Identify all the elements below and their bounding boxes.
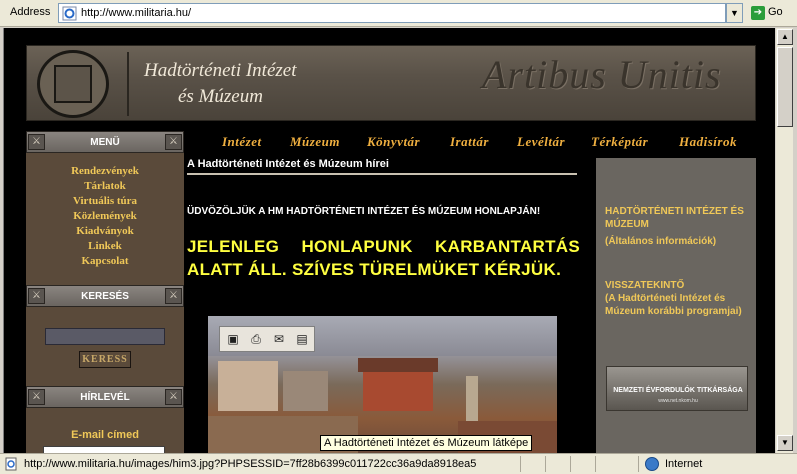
save-icon[interactable]: ▣	[225, 332, 241, 347]
left-sidebar: ⚔ MENÜ ⚔ Rendezvények Tárlatok Virtuális…	[26, 131, 184, 453]
nemzeti-evfordulok-banner[interactable]: NEMZETI ÉVFORDULÓK TITKÁRSÁGA www.net.nk…	[606, 366, 748, 411]
retrospective-sub[interactable]: (A Hadtörténeti Intézet és Múzeum korább…	[605, 292, 750, 318]
address-input[interactable]: http://www.militaria.hu/	[58, 3, 726, 23]
banner-title-line2: és Múzeum	[178, 86, 263, 107]
folder-icon[interactable]: ▤	[294, 332, 310, 347]
sword-icon: ⚔	[165, 134, 182, 150]
retrospective-link[interactable]: VISSZATEKINTŐ	[605, 279, 750, 292]
address-url: http://www.militaria.hu/	[81, 7, 192, 19]
status-divider	[638, 456, 639, 472]
sidebar-item-linkek[interactable]: Linkek	[26, 240, 184, 255]
mail-icon[interactable]: ✉	[271, 332, 287, 347]
nav-item-leveltar[interactable]: Levéltár	[517, 134, 565, 150]
status-bar: http://www.militaria.hu/images/him3.jpg?…	[0, 453, 797, 474]
page-icon	[5, 457, 17, 471]
scroll-up-button[interactable]: ▲	[777, 29, 793, 45]
welcome-text: ÜDVÖZÖLJÜK A HM HADTÖRTÉNETI INTÉZET ÉS …	[187, 206, 541, 217]
email-label: E-mail címed	[71, 429, 139, 441]
menu-header-label: MENÜ	[90, 137, 120, 148]
internet-zone-icon	[645, 457, 659, 471]
scroll-thumb[interactable]	[777, 47, 793, 127]
search-header: ⚔ KERESÉS ⚔	[26, 285, 184, 307]
search-header-label: KERESÉS	[81, 291, 129, 302]
sidebar-item-virtualis-tura[interactable]: Virtuális túra	[26, 195, 184, 210]
search-button[interactable]: KERESS	[79, 351, 131, 368]
nemzeti-banner-url: www.net.nkom.hu	[658, 398, 698, 404]
sword-icon: ⚔	[28, 389, 45, 405]
email-field[interactable]	[43, 446, 165, 453]
right-sidebar: HADTÖRTÉNETI INTÉZET ÉS MÚZEUM (Általáno…	[596, 158, 756, 453]
sword-icon: ⚔	[165, 389, 182, 405]
address-dropdown-button[interactable]: ▼	[726, 3, 743, 23]
address-label: Address	[10, 6, 51, 18]
news-title: A Hadtörténeti Intézet és Múzeum hírei	[187, 158, 577, 175]
status-divider	[520, 456, 521, 472]
top-navigation: Intézet Múzeum Könyvtár Irattár Levéltár…	[187, 132, 757, 156]
vertical-scrollbar[interactable]: ▲ ▼	[775, 28, 793, 453]
banner-motto: Artibus Unitis	[482, 52, 722, 97]
page-viewport: Hadtörténeti Intézet és Múzeum Artibus U…	[3, 28, 775, 453]
menu-header: ⚔ MENÜ ⚔	[26, 131, 184, 153]
go-button[interactable]: ➔ Go	[749, 4, 791, 23]
sword-icon: ⚔	[28, 134, 45, 150]
go-label: Go	[768, 6, 783, 18]
nav-item-irattar[interactable]: Irattár	[450, 134, 489, 150]
newsletter-header-label: HÍRLEVÉL	[80, 392, 130, 403]
image-tooltip: A Hadtörténeti Intézet és Múzeum látképe	[320, 435, 533, 451]
header-banner: Hadtörténeti Intézet és Múzeum Artibus U…	[26, 45, 756, 121]
nav-item-muzeum[interactable]: Múzeum	[290, 134, 340, 150]
sidebar-item-rendezvenyek[interactable]: Rendezvények	[26, 165, 184, 180]
nav-item-terkeptar[interactable]: Térképtár	[591, 134, 648, 150]
institute-info-link[interactable]: HADTÖRTÉNETI INTÉZET ÉS MÚZEUM	[605, 205, 750, 231]
search-input[interactable]	[45, 328, 165, 345]
address-bar: Address http://www.militaria.hu/ ▼ ➔ Go	[0, 0, 797, 27]
institute-info-sub[interactable]: (Általános információk)	[605, 235, 750, 248]
status-divider	[545, 456, 546, 472]
ie-page-icon	[62, 6, 77, 21]
sword-icon: ⚔	[165, 288, 182, 304]
sidebar-item-kiadvanyok[interactable]: Kiadványok	[26, 225, 184, 240]
scroll-down-button[interactable]: ▼	[777, 435, 793, 451]
sidebar-menu: Rendezvények Tárlatok Virtuális túra Köz…	[26, 165, 184, 270]
institute-seal-logo[interactable]	[37, 50, 109, 118]
status-divider	[595, 456, 596, 472]
sidebar-item-kozlemenyek[interactable]: Közlemények	[26, 210, 184, 225]
sidebar-item-kapcsolat[interactable]: Kapcsolat	[26, 255, 184, 270]
sidebar-item-tarlatok[interactable]: Tárlatok	[26, 180, 184, 195]
image-toolbar: ▣ ⎙ ✉ ▤	[219, 326, 315, 352]
nemzeti-banner-text: NEMZETI ÉVFORDULÓK TITKÁRSÁGA	[613, 387, 743, 394]
security-zone: Internet	[665, 458, 703, 470]
nav-item-hadisirok[interactable]: Hadisírok	[679, 134, 737, 150]
status-url: http://www.militaria.hu/images/him3.jpg?…	[24, 458, 477, 470]
banner-divider	[127, 52, 129, 116]
go-arrow-icon: ➔	[751, 6, 765, 20]
nav-item-konyvtar[interactable]: Könyvtár	[367, 134, 420, 150]
status-divider	[570, 456, 571, 472]
maintenance-notice: JELENLEG HONLAPUNK KARBANTARTÁS ALATT ÁL…	[187, 237, 580, 279]
seal-emblem	[54, 65, 92, 103]
banner-title-line1: Hadtörténeti Intézet	[144, 60, 297, 81]
nav-item-intezet[interactable]: Intézet	[222, 134, 262, 150]
sword-icon: ⚔	[28, 288, 45, 304]
newsletter-header: ⚔ HÍRLEVÉL ⚔	[26, 386, 184, 408]
print-icon[interactable]: ⎙	[248, 332, 264, 347]
